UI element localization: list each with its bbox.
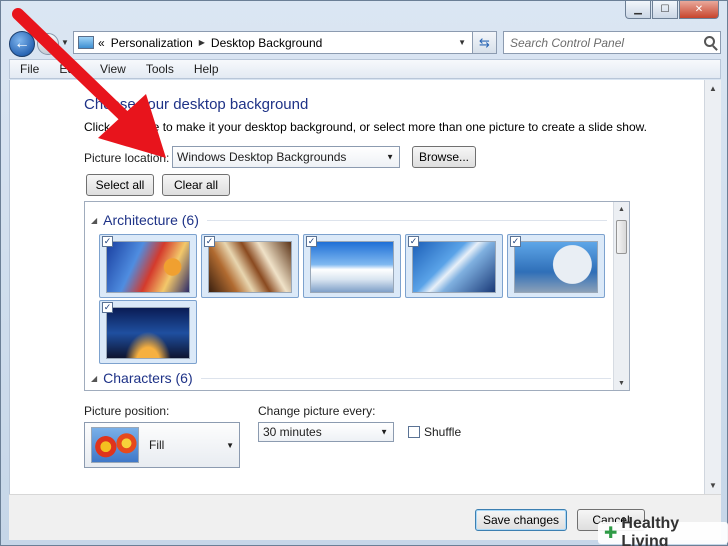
navigation-bar: ← → ▼ « Personalization ▶ Desktop Backgr… <box>1 27 728 59</box>
picture-gallery: ◢ Architecture (6) ✓ ✓ ✓ ✓ ✓ ✓ ◢ Charact… <box>84 201 630 391</box>
minimize-icon: ▁ <box>634 4 642 15</box>
watermark-text: Healthy Living <box>621 515 680 546</box>
group-header-architecture[interactable]: ◢ Architecture (6) <box>91 212 607 228</box>
search-placeholder: Search Control Panel <box>510 35 625 50</box>
close-button[interactable]: ✕ <box>679 1 719 19</box>
picture-location-label: Picture location: <box>84 151 170 165</box>
search-icon[interactable] <box>704 36 715 47</box>
content-scrollbar[interactable]: ▲ ▼ <box>704 80 721 494</box>
change-interval-value: 30 minutes <box>263 425 322 439</box>
group-title: Architecture (6) <box>103 212 199 228</box>
collapse-triangle-icon[interactable]: ◢ <box>91 216 97 225</box>
chevron-down-icon: ▼ <box>386 152 394 162</box>
picture-position-label: Picture position: <box>84 404 170 418</box>
position-preview-thumbnail <box>91 427 139 463</box>
chevron-down-icon: ▼ <box>226 441 234 450</box>
wallpaper-thumbnail <box>208 241 292 293</box>
wallpaper-thumbnail <box>106 307 190 359</box>
breadcrumb-desktop-background[interactable]: Desktop Background <box>211 36 322 50</box>
recent-pages-dropdown[interactable]: ▼ <box>61 38 69 47</box>
maximize-icon: ☐ <box>660 4 670 15</box>
scrollbar-thumb[interactable] <box>616 220 627 254</box>
menu-view[interactable]: View <box>96 62 130 76</box>
menu-bar: File Edit View Tools Help <box>9 59 721 79</box>
plus-icon: ✚ <box>604 525 618 542</box>
menu-tools[interactable]: Tools <box>142 62 178 76</box>
checkbox-box[interactable] <box>408 426 420 438</box>
scroll-down-icon[interactable]: ▼ <box>614 376 629 390</box>
breadcrumb-separator-icon[interactable]: ▶ <box>199 38 205 47</box>
picture-position-value: Fill <box>149 438 165 452</box>
select-all-button[interactable]: Select all <box>86 174 154 196</box>
back-arrow-icon: ← <box>14 35 30 52</box>
breadcrumb-overflow[interactable]: « <box>98 36 105 50</box>
wallpaper-tile[interactable]: ✓ <box>405 234 503 298</box>
close-icon: ✕ <box>694 4 704 15</box>
refresh-icon: ⇆ <box>479 34 490 50</box>
wallpaper-thumbnail <box>412 241 496 293</box>
wallpaper-thumbnail <box>310 241 394 293</box>
browse-button[interactable]: Browse... <box>412 146 476 168</box>
collapse-triangle-icon[interactable]: ◢ <box>91 374 97 383</box>
picture-position-select[interactable]: Fill ▼ <box>84 422 240 468</box>
breadcrumb-personalization[interactable]: Personalization <box>111 36 193 50</box>
minimize-button[interactable]: ▁ <box>625 1 651 19</box>
wallpaper-tile[interactable]: ✓ <box>507 234 605 298</box>
window-caption-buttons: ▁ ☐ ✕ <box>625 1 719 19</box>
wallpaper-thumbnail <box>106 241 190 293</box>
group-divider <box>206 219 607 221</box>
scroll-down-icon[interactable]: ▼ <box>705 477 721 494</box>
shuffle-checkbox[interactable]: Shuffle <box>408 425 461 439</box>
forward-arrow-icon: → <box>41 36 55 52</box>
menu-edit[interactable]: Edit <box>55 62 84 76</box>
main-content: Choose your desktop background Click a p… <box>9 80 721 494</box>
tile-checkbox[interactable]: ✓ <box>102 236 113 247</box>
picture-location-value: Windows Desktop Backgrounds <box>177 150 347 164</box>
forward-button[interactable]: → <box>37 33 59 55</box>
address-bar[interactable]: « Personalization ▶ Desktop Background ▼ <box>73 31 473 54</box>
scroll-up-icon[interactable]: ▲ <box>705 80 721 97</box>
picture-location-select[interactable]: Windows Desktop Backgrounds ▼ <box>172 146 400 168</box>
chevron-down-icon: ▼ <box>380 427 388 437</box>
page-description: Click a picture to make it your desktop … <box>84 120 647 134</box>
shuffle-label: Shuffle <box>424 425 462 439</box>
tile-checkbox[interactable]: ✓ <box>306 236 317 247</box>
menu-file[interactable]: File <box>16 62 43 76</box>
group-divider <box>200 377 611 379</box>
gallery-scrollbar[interactable]: ▲ ▼ <box>613 202 629 390</box>
wallpaper-tile[interactable]: ✓ <box>99 300 197 364</box>
maximize-button[interactable]: ☐ <box>652 1 678 19</box>
menu-help[interactable]: Help <box>190 62 223 76</box>
change-picture-label: Change picture every: <box>258 404 376 418</box>
group-title: Characters (6) <box>103 370 193 386</box>
control-panel-window: ▁ ☐ ✕ ← → ▼ « Personalization ▶ Desktop … <box>0 0 728 546</box>
refresh-button[interactable]: ⇆ <box>473 31 497 54</box>
tile-checkbox[interactable]: ✓ <box>204 236 215 247</box>
save-changes-button[interactable]: Save changes <box>475 509 567 531</box>
address-dropdown-icon[interactable]: ▼ <box>458 38 466 47</box>
chevron-down-icon: ▼ <box>61 38 69 47</box>
page-title: Choose your desktop background <box>84 96 309 113</box>
scroll-up-icon[interactable]: ▲ <box>614 202 629 216</box>
tile-checkbox[interactable]: ✓ <box>408 236 419 247</box>
tile-checkbox[interactable]: ✓ <box>510 236 521 247</box>
watermark-logo: ✚ Healthy Living <box>598 515 728 546</box>
back-button[interactable]: ← <box>9 31 35 57</box>
tile-checkbox[interactable]: ✓ <box>102 302 113 313</box>
group-header-characters[interactable]: ◢ Characters (6) <box>91 370 611 386</box>
wallpaper-thumbnail <box>514 241 598 293</box>
wallpaper-tile[interactable]: ✓ <box>303 234 401 298</box>
clear-all-button[interactable]: Clear all <box>162 174 230 196</box>
wallpaper-tile[interactable]: ✓ <box>201 234 299 298</box>
wallpaper-tile[interactable]: ✓ <box>99 234 197 298</box>
change-interval-select[interactable]: 30 minutes ▼ <box>258 422 394 442</box>
search-input[interactable]: Search Control Panel <box>503 31 721 54</box>
control-panel-icon <box>78 36 94 49</box>
